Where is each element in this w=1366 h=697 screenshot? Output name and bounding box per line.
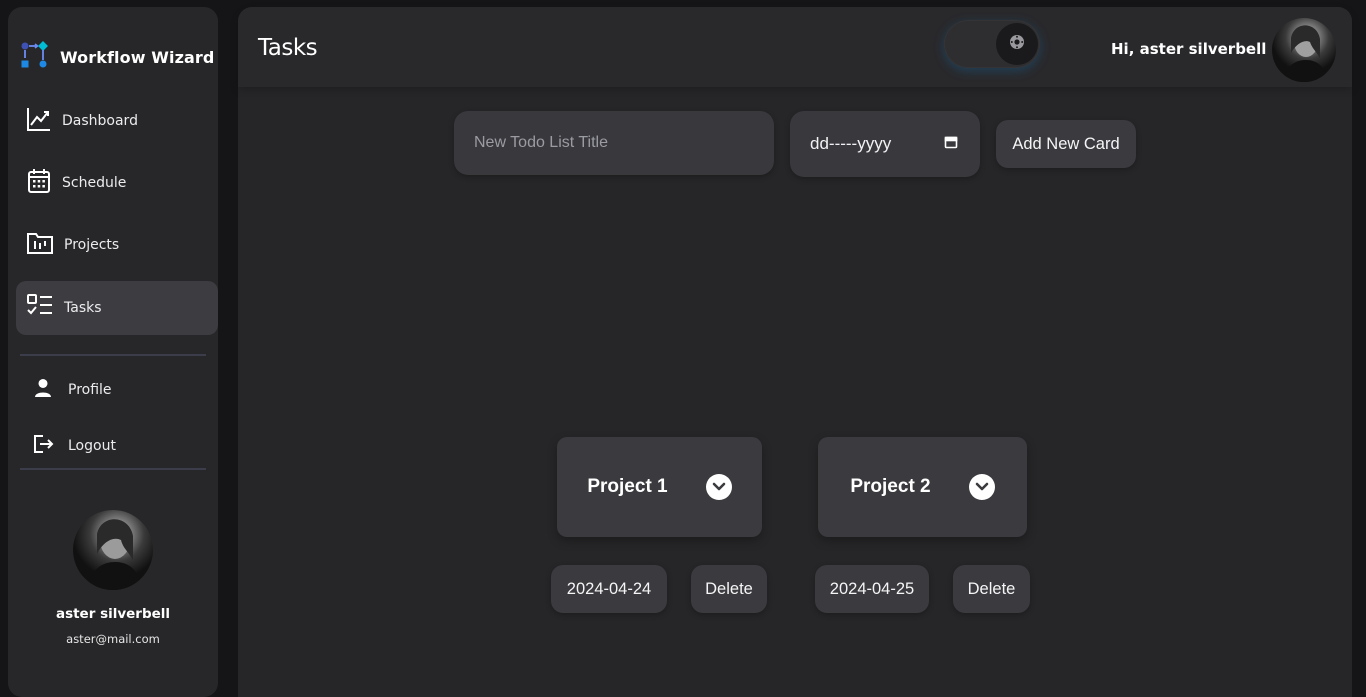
date-input[interactable]: dd-----yyyy	[790, 111, 980, 177]
chevron-down-icon[interactable]	[705, 474, 732, 500]
profile-card: aster silverbell aster@mail.com	[8, 510, 218, 646]
chart-line-icon	[26, 106, 52, 136]
page-title: Tasks	[258, 35, 318, 61]
logout-icon	[32, 433, 54, 459]
main-panel: Tasks Hi, aster silverbell New Todo List…	[238, 7, 1352, 697]
profile-email: aster@mail.com	[66, 632, 160, 646]
user-avatar[interactable]	[1272, 18, 1336, 82]
todo-title-input[interactable]	[454, 111, 774, 175]
sidebar-item-dashboard[interactable]: Dashboard	[16, 94, 218, 148]
avatar[interactable]	[73, 510, 153, 590]
app-name: Workflow Wizard	[60, 47, 215, 67]
project-date: 2024-04-25	[815, 565, 929, 613]
date-placeholder: dd-----yyyy	[810, 134, 892, 153]
sidebar-item-logout[interactable]: Logout	[24, 426, 204, 466]
greeting: Hi, aster silverbell	[1111, 40, 1267, 58]
header: Tasks Hi, aster silverbell	[238, 7, 1352, 87]
project-title: Project 1	[587, 476, 668, 497]
sidebar-item-schedule[interactable]: Schedule	[16, 156, 218, 210]
calendar-picker-icon[interactable]	[944, 135, 958, 154]
sidebar-item-label: Logout	[68, 438, 116, 454]
folder-chart-icon	[26, 230, 54, 260]
sidebar-item-profile[interactable]: Profile	[24, 370, 204, 410]
sidebar-item-tasks[interactable]: Tasks	[16, 281, 218, 335]
sidebar-item-projects[interactable]: Projects	[16, 218, 218, 272]
theme-toggle[interactable]	[944, 20, 1040, 68]
sidebar: Workflow Wizard Dashboard Schedule Proje…	[8, 7, 218, 697]
workflow-logo-icon	[20, 41, 48, 73]
calendar-icon	[26, 168, 52, 198]
add-new-card-button[interactable]: Add New Card	[996, 120, 1136, 168]
sidebar-item-label: Profile	[68, 382, 112, 398]
project-card[interactable]: Project 1	[557, 437, 762, 537]
task-list-icon	[26, 293, 54, 323]
brand[interactable]: Workflow Wizard	[20, 41, 215, 73]
sidebar-item-label: Projects	[64, 237, 120, 253]
sidebar-divider	[20, 354, 206, 356]
toggle-knob	[996, 23, 1038, 65]
sidebar-divider	[20, 468, 206, 470]
chevron-down-icon[interactable]	[968, 474, 995, 500]
gear-icon	[1008, 33, 1026, 55]
person-icon	[32, 377, 54, 403]
delete-button[interactable]: Delete	[691, 565, 767, 613]
sidebar-item-label: Tasks	[64, 300, 102, 316]
profile-name: aster silverbell	[55, 606, 171, 622]
project-title: Project 2	[850, 476, 931, 497]
project-card[interactable]: Project 2	[818, 437, 1027, 537]
sidebar-item-label: Schedule	[62, 175, 127, 191]
project-date: 2024-04-24	[551, 565, 667, 613]
sidebar-item-label: Dashboard	[62, 113, 138, 129]
delete-button[interactable]: Delete	[953, 565, 1030, 613]
